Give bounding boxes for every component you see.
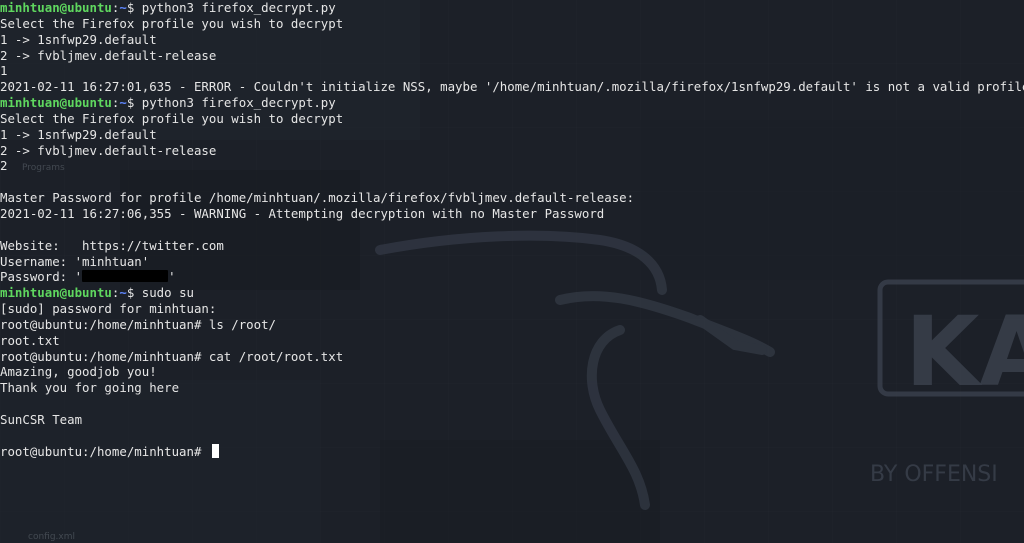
output-line: Select the Firefox profile you wish to d…: [0, 110, 344, 126]
output-line: [sudo] password for minhtuan:: [0, 301, 217, 317]
prompt-dollar: $: [126, 95, 142, 111]
root-prompt-line: root@ubuntu:/home/minhtuan# ls /root/: [0, 317, 1024, 333]
command-text: sudo su: [141, 285, 194, 301]
command-text: python3 firefox_decrypt.py: [141, 0, 336, 15]
terminal-output[interactable]: minhtuan@ubuntu:~$ python3 firefox_decry…: [0, 0, 1024, 459]
root-prompt: root@ubuntu:/home/minhtuan#: [0, 443, 209, 459]
password-quote: ': [168, 269, 176, 285]
output-line: Website: https://twitter.com: [0, 237, 224, 253]
output-line: Thank you for going here: [0, 380, 180, 396]
output-line: 2 -> fvbljmev.default-release: [0, 142, 217, 158]
output-line: root.txt: [0, 332, 60, 348]
root-prompt-line: root@ubuntu:/home/minhtuan#: [0, 443, 1024, 460]
desktop-icon-label-2: config.xml: [28, 532, 75, 542]
terminal-cursor[interactable]: [211, 443, 219, 458]
password-line: Password: ' ': [0, 269, 1024, 285]
terminal-window[interactable]: KA BY OFFENSI Programs config.xml minhtu…: [0, 0, 1024, 543]
output-line: Amazing, goodjob you!: [0, 364, 157, 380]
output-line: 2021-02-11 16:27:06,355 - WARNING - Atte…: [0, 205, 605, 221]
output-line: Select the Firefox profile you wish to d…: [0, 15, 344, 31]
output-line: Username: 'minhtuan': [0, 253, 150, 269]
output-line: SunCSR Team: [0, 411, 83, 427]
prompt-line: minhtuan@ubuntu:~$ python3 firefox_decry…: [0, 0, 1024, 16]
output-line: Master Password for profile /home/minhtu…: [0, 190, 635, 206]
prompt-line: minhtuan@ubuntu:~$ python3 firefox_decry…: [0, 95, 1024, 111]
output-line: 1 -> 1snfwp29.default: [0, 126, 157, 142]
prompt-path: ~: [119, 0, 127, 15]
prompt-line: minhtuan@ubuntu:~$ sudo su: [0, 285, 1024, 301]
output-line: 2021-02-11 16:27:01,635 - ERROR - Couldn…: [0, 79, 1024, 95]
prompt-dollar: $: [126, 285, 142, 301]
prompt-user-host: minhtuan@ubuntu: [0, 0, 112, 15]
root-prompt: root@ubuntu:/home/minhtuan#: [0, 348, 209, 364]
output-line: 2: [0, 158, 8, 174]
redacted-password: [82, 270, 169, 283]
output-line: 1 -> 1snfwp29.default: [0, 31, 157, 47]
command-text: python3 firefox_decrypt.py: [141, 95, 336, 111]
prompt-user-host: minhtuan@ubuntu: [0, 285, 112, 301]
output-line: 1: [0, 63, 8, 79]
prompt-dollar: $: [126, 0, 142, 15]
output-line: 2 -> fvbljmev.default-release: [0, 47, 217, 63]
prompt-path: ~: [119, 95, 127, 111]
prompt-user-host: minhtuan@ubuntu: [0, 95, 112, 111]
command-text: ls /root/: [208, 316, 277, 332]
root-prompt-line: root@ubuntu:/home/minhtuan# cat /root/ro…: [0, 349, 1024, 365]
password-label: Password: ': [0, 269, 83, 285]
root-prompt: root@ubuntu:/home/minhtuan#: [0, 316, 209, 332]
prompt-path: ~: [119, 285, 127, 301]
command-text: cat /root/root.txt: [208, 348, 344, 364]
